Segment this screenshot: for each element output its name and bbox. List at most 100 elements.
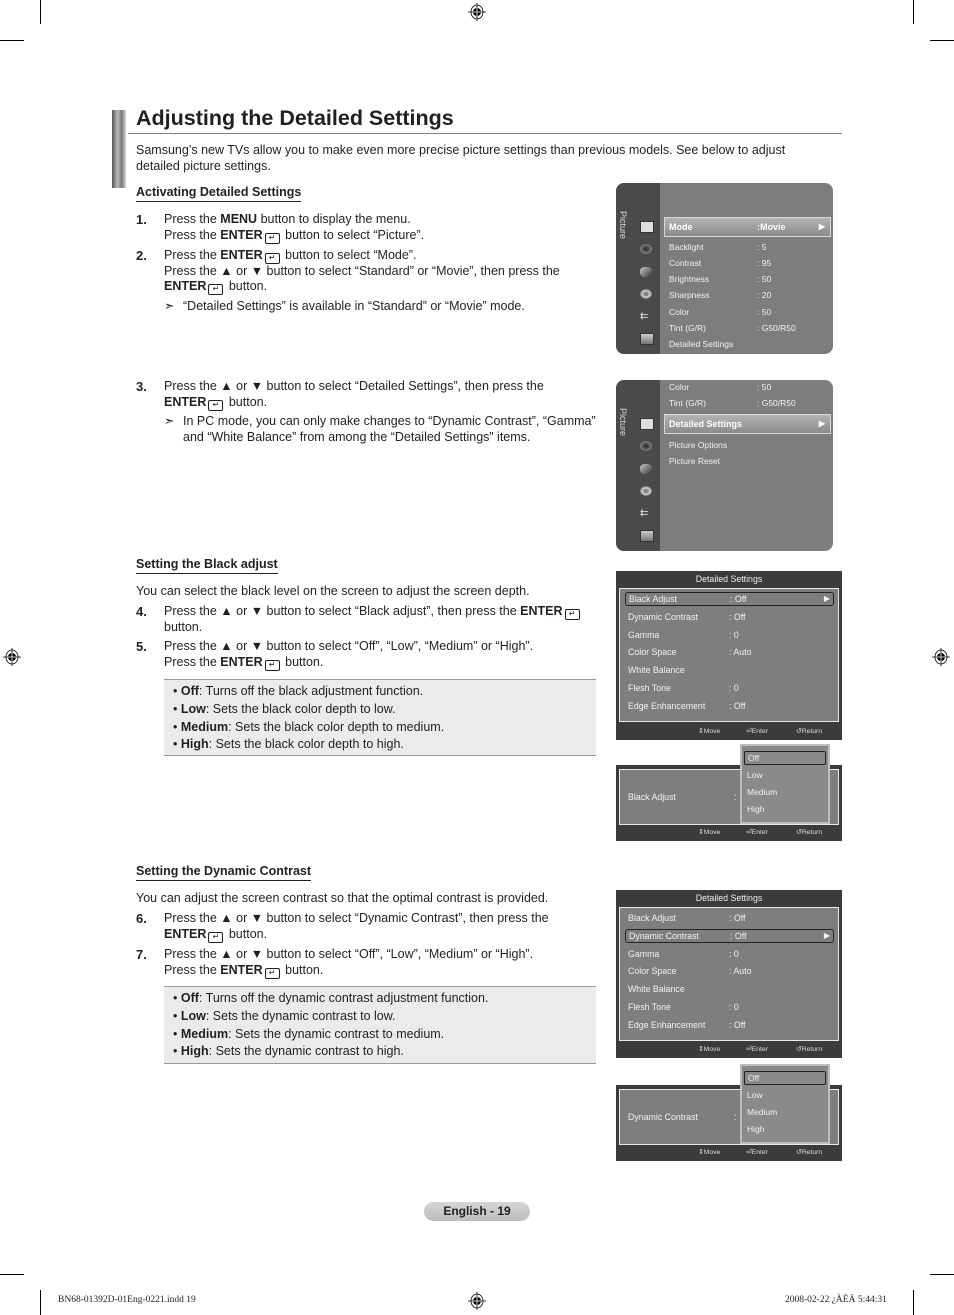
dropdown-option[interactable]: Medium xyxy=(744,1105,826,1119)
desc: : Sets the black color depth to low. xyxy=(205,701,396,716)
dropdown-option[interactable]: Low xyxy=(744,768,826,782)
value: : 0 xyxy=(729,1002,739,1012)
label: Black Adjust xyxy=(628,913,676,923)
label: Color xyxy=(669,382,690,392)
settings-item[interactable]: Gamma: 0 xyxy=(625,947,834,961)
section-description: You can select the black level on the sc… xyxy=(136,584,530,598)
settings-item[interactable]: Color Space: Auto xyxy=(625,645,834,659)
text: Press the xyxy=(164,962,221,977)
desc: : Sets the dynamic contrast to medium. xyxy=(228,1026,445,1041)
move-label: Move xyxy=(703,728,721,735)
note-arrow-icon: ➣ xyxy=(164,414,175,428)
input-icon: ⇇ xyxy=(640,508,649,519)
settings-item[interactable]: Color Space: Auto xyxy=(625,964,834,978)
setup-gear-icon xyxy=(640,289,652,299)
settings-item[interactable]: Flesh Tone: 0 xyxy=(625,1000,834,1014)
step-number: 5. xyxy=(136,639,147,654)
text: Press the ▲ or ▼ button to select “Black… xyxy=(164,604,521,618)
intro-text: Samsung’s new TVs allow you to make even… xyxy=(136,143,786,173)
dropdown-option-selected[interactable]: Off xyxy=(744,1071,826,1085)
settings-item[interactable]: Edge Enhancement: Off xyxy=(625,699,834,713)
label: Gamma xyxy=(628,630,660,640)
option-bullet: • Medium: Sets the dynamic contrast to m… xyxy=(173,1026,445,1041)
enter-icon: ↵ xyxy=(264,253,280,264)
settings-item-dynamic-contrast[interactable]: Dynamic Contrast: Off ▶ xyxy=(625,929,834,943)
label: Dynamic Contrast xyxy=(628,612,698,622)
term: High xyxy=(180,737,209,752)
settings-item[interactable]: Gamma: 0 xyxy=(625,628,834,642)
dynamic-contrast-dropdown[interactable]: Off Low Medium High xyxy=(740,1064,830,1144)
print-file-name: BN68-01392D-01Eng-0221.indd 19 xyxy=(58,1295,196,1305)
menu-item[interactable]: Color: 50 xyxy=(669,305,827,319)
term: High xyxy=(180,1044,209,1059)
move-hint: ⇕ Move xyxy=(698,1042,720,1058)
menu-item-mode-selected[interactable]: Mode :Movie ▶ xyxy=(664,217,831,237)
dropdown-option[interactable]: Medium xyxy=(744,785,826,799)
label: Contrast xyxy=(669,258,702,268)
panel-body: Black Adjust: Off ▶ Dynamic Contrast: Off… xyxy=(619,588,839,722)
value: : Off xyxy=(729,1020,746,1030)
menu-item-detailed-settings-selected[interactable]: Detailed Settings ▶ xyxy=(664,414,831,434)
section-description: You can adjust the screen contrast so th… xyxy=(136,891,549,905)
settings-item-black-adjust[interactable]: Black Adjust: Off ▶ xyxy=(625,592,834,606)
title-accent-bar xyxy=(112,110,126,188)
key-enter: ENTER xyxy=(164,926,207,941)
menu-item[interactable]: Backlight: 5 xyxy=(669,240,827,254)
dropdown-option[interactable]: Low xyxy=(744,1088,826,1102)
enter-label: Enter xyxy=(751,728,768,735)
label: Tint (G/R) xyxy=(669,323,706,333)
settings-item[interactable]: Dynamic Contrast: Off xyxy=(625,610,834,624)
menu-item[interactable]: Detailed Settings xyxy=(669,337,827,351)
settings-item[interactable]: Edge Enhancement: Off xyxy=(625,1018,834,1032)
label: Detailed Settings xyxy=(669,339,734,349)
channel-icon xyxy=(640,267,652,277)
picture-icon xyxy=(640,221,654,233)
options-box-black: • Off: Turns off the black adjustment fu… xyxy=(164,679,596,756)
panel-footer: ⇕ Move ⏎ Enter ↺ Return xyxy=(616,825,842,841)
key-enter: ENTER xyxy=(220,227,263,242)
text: button. xyxy=(225,279,268,293)
dropdown-option[interactable]: High xyxy=(744,802,826,816)
menu-item[interactable]: Sharpness: 20 xyxy=(669,288,827,302)
black-adjust-dropdown[interactable]: Off Low Medium High xyxy=(740,744,830,824)
menu-item[interactable]: Picture Options xyxy=(669,438,827,452)
setup-gear-icon xyxy=(640,486,652,496)
settings-item[interactable]: White Balance xyxy=(625,982,834,996)
settings-item[interactable]: Black Adjust: Off xyxy=(625,911,834,925)
move-hint: ⇕ Move xyxy=(698,724,720,740)
menu-item[interactable]: Contrast : 95 xyxy=(669,256,827,270)
crop-mark xyxy=(40,1290,41,1315)
option-bullet: • Off: Turns off the black adjustment fu… xyxy=(173,684,424,698)
value: : Off xyxy=(730,931,747,941)
menu-item[interactable]: Brightness: 50 xyxy=(669,272,827,286)
text: button. xyxy=(225,394,268,409)
right-arrow-icon: ▶ xyxy=(818,222,825,231)
menu-item[interactable]: Tint (G/R): G50/R50 xyxy=(669,396,827,410)
move-hint: ⇕ Move xyxy=(698,1145,720,1161)
sound-icon xyxy=(640,244,652,254)
right-arrow-icon: ▶ xyxy=(823,594,830,603)
menu-item[interactable]: Color: 50 xyxy=(669,380,827,394)
application-icon xyxy=(640,333,654,345)
term: Medium xyxy=(180,719,229,734)
panel-header: Detailed Settings xyxy=(695,893,763,903)
settings-item[interactable]: Flesh Tone: 0 xyxy=(625,681,834,695)
dropdown-option[interactable]: High xyxy=(744,1122,826,1136)
text: Press the xyxy=(164,227,221,242)
step-number: 4. xyxy=(136,604,147,619)
value: :Movie xyxy=(757,222,786,232)
enter-icon: ↵ xyxy=(208,399,224,411)
menu-item[interactable]: Picture Reset xyxy=(669,454,827,468)
label: White Balance xyxy=(628,665,685,675)
dropdown-option-selected[interactable]: Off xyxy=(744,751,826,765)
menu-item[interactable]: Tint (G/R): G50/R50 xyxy=(669,321,827,335)
crop-mark xyxy=(930,40,954,41)
value: : G50/R50 xyxy=(757,398,796,408)
picture-icon xyxy=(640,418,654,430)
settings-item[interactable]: White Balance xyxy=(625,663,834,677)
move-label: Move xyxy=(703,829,721,836)
label: Dynamic Contrast xyxy=(628,1112,698,1122)
return-label: Return xyxy=(801,728,823,735)
value: : 95 xyxy=(757,258,772,268)
text: Press the ▲ or ▼ button to select “Stand… xyxy=(164,263,560,278)
